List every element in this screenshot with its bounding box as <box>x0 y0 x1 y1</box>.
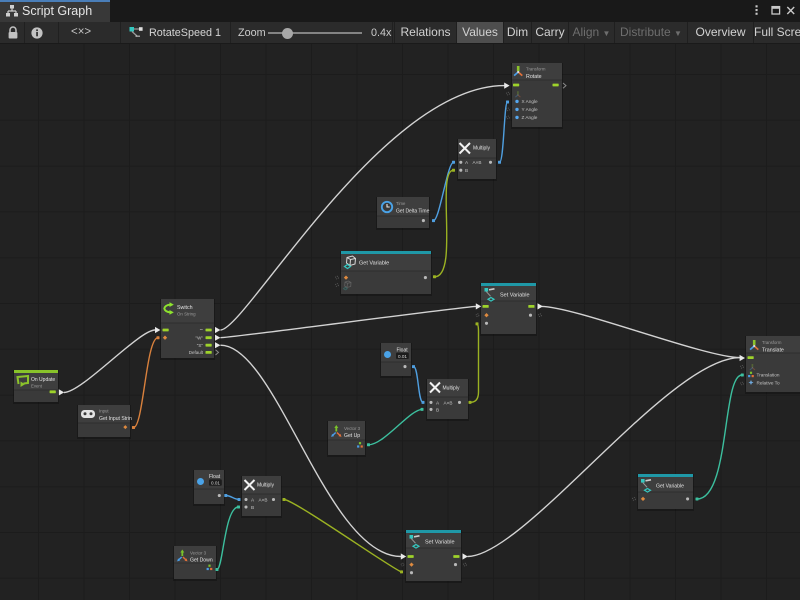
svg-text:A×B: A×B <box>473 160 482 165</box>
svg-text:Rotate: Rotate <box>526 74 542 80</box>
svg-text:Y Angle: Y Angle <box>522 107 538 112</box>
svg-text:Relative To: Relative To <box>757 380 780 385</box>
svg-text:B: B <box>436 407 439 412</box>
svg-text:Get Down: Get Down <box>190 558 213 564</box>
svg-text:A×B: A×B <box>259 497 268 502</box>
svg-text:Vector 3: Vector 3 <box>344 426 361 431</box>
svg-text:Event: Event <box>31 384 43 389</box>
svg-text:A×B: A×B <box>444 400 453 405</box>
svg-text:Set Variable: Set Variable <box>425 540 455 546</box>
svg-text:Float: Float <box>209 474 221 480</box>
svg-text:Multiply: Multiply <box>443 386 460 392</box>
svg-text:B: B <box>465 168 468 173</box>
svg-text:Switch: Switch <box>177 305 193 311</box>
svg-text:Multiply: Multiply <box>473 146 490 152</box>
svg-text:Get Input Strin: Get Input Strin <box>99 416 132 422</box>
svg-text:Get Up: Get Up <box>344 433 360 439</box>
svg-text:Time: Time <box>396 201 406 206</box>
svg-text:"W": "W" <box>196 336 204 341</box>
svg-text:Default: Default <box>189 350 204 355</box>
svg-text:Get Delta Time: Get Delta Time <box>396 209 430 215</box>
svg-text:Z Angle: Z Angle <box>522 115 538 120</box>
svg-text:On Update: On Update <box>31 377 55 383</box>
svg-text:Translation: Translation <box>757 373 780 378</box>
svg-text:Multiply: Multiply <box>257 483 274 489</box>
svg-text:Transform: Transform <box>762 340 782 345</box>
svg-text:Vector 3: Vector 3 <box>190 551 207 556</box>
svg-text:Input: Input <box>99 409 109 414</box>
svg-text:B: B <box>251 505 254 510</box>
svg-text:Get Variable: Get Variable <box>359 261 389 267</box>
svg-text:"S": "S" <box>197 343 204 348</box>
svg-text:X Angle: X Angle <box>522 99 539 104</box>
svg-text:0.01: 0.01 <box>211 481 220 486</box>
svg-text:Set Variable: Set Variable <box>500 293 530 299</box>
svg-text:0.01: 0.01 <box>398 354 407 359</box>
svg-text:Get Variable: Get Variable <box>656 484 684 490</box>
svg-text:"": "" <box>200 328 204 333</box>
svg-text:On String: On String <box>177 312 196 317</box>
svg-text:Transform: Transform <box>526 67 546 72</box>
svg-text:Translate: Translate <box>762 347 784 353</box>
